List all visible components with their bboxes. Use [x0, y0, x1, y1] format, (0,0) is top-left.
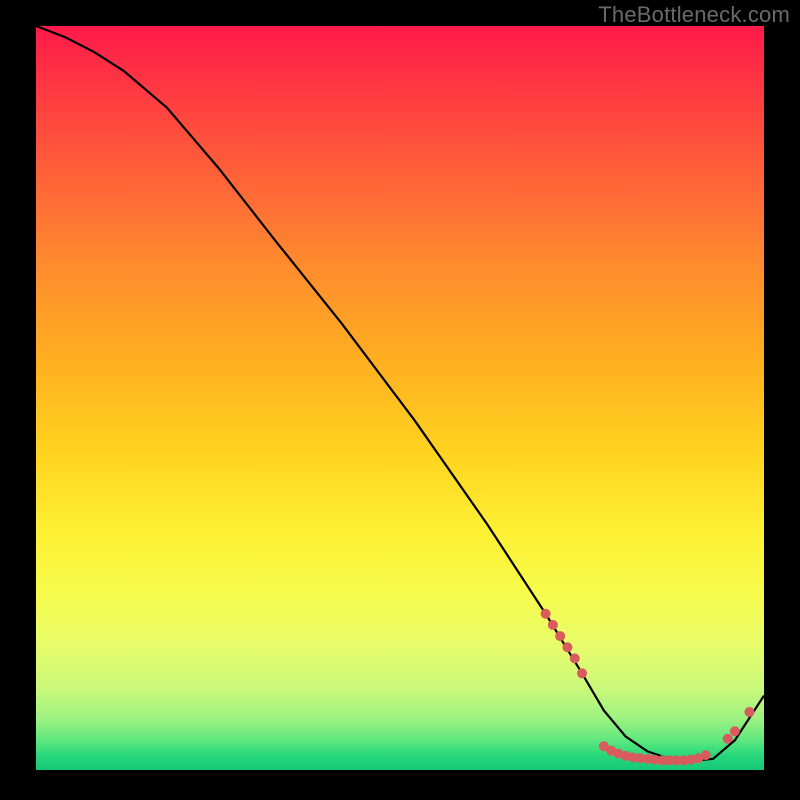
curve-dot: [570, 653, 580, 663]
watermark-label: TheBottleneck.com: [598, 2, 790, 28]
curve-dots: [541, 609, 755, 766]
chart-stage: TheBottleneck.com: [0, 0, 800, 800]
curve-svg: [36, 26, 764, 770]
plot-area: [36, 26, 764, 770]
curve-dot: [555, 631, 565, 641]
curve-dot: [548, 620, 558, 630]
curve-dot: [562, 642, 572, 652]
bottleneck-curve: [36, 26, 764, 761]
curve-dot: [744, 707, 754, 717]
curve-dot: [701, 750, 711, 760]
curve-dot: [723, 734, 733, 744]
curve-dot: [730, 726, 740, 736]
curve-dot: [541, 609, 551, 619]
curve-dot: [577, 668, 587, 678]
